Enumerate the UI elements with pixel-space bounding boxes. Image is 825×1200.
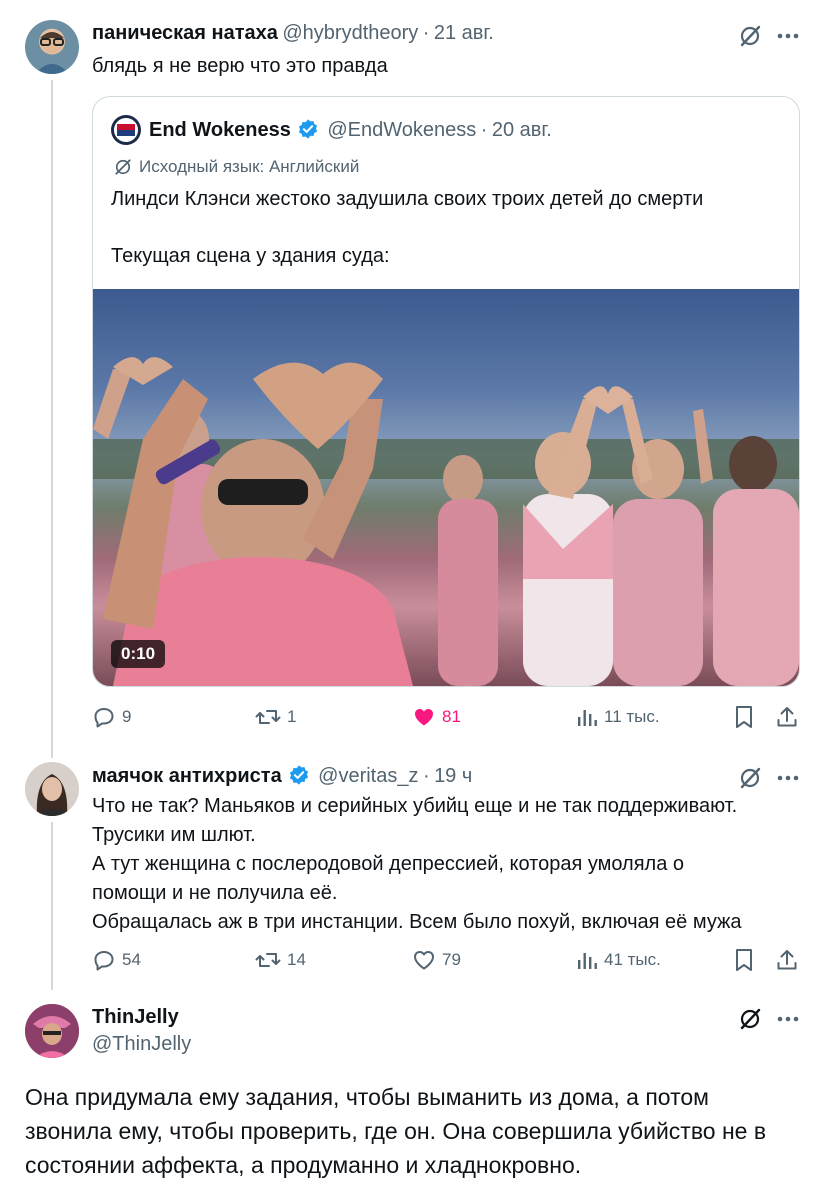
more-button[interactable]	[774, 1005, 802, 1033]
grok-icon	[740, 25, 761, 47]
post-header: маячок антихриста @veritas_z · 19 ч	[92, 764, 472, 788]
post-text-line: Что не так? Маньяков и серийных убийц ещ…	[92, 795, 738, 817]
post-text-line: Она придумала ему задания, чтобы выманит…	[25, 1084, 709, 1110]
views-button[interactable]: 11 тыс.	[576, 705, 660, 729]
translation-note[interactable]: Исходный язык: Английский	[113, 157, 359, 177]
repost-count: 1	[287, 707, 297, 726]
like-icon	[414, 951, 434, 970]
views-count: 11 тыс.	[604, 707, 660, 726]
timestamp[interactable]: 21 авг.	[434, 22, 494, 44]
display-name[interactable]: маячок антихриста	[92, 765, 282, 787]
views-count: 41 тыс.	[604, 950, 661, 969]
quoted-post[interactable]: End Wokeness @EndWokeness · 20 авг. Исхо…	[92, 96, 800, 687]
avatar[interactable]	[25, 1004, 79, 1058]
repost-button[interactable]: 14	[255, 948, 306, 972]
translation-label: Исходный язык: Английский	[139, 157, 360, 176]
like-count: 79	[442, 950, 461, 969]
video-thumbnail	[93, 357, 799, 686]
avatar[interactable]	[25, 762, 79, 816]
video-duration: 0:10	[111, 640, 166, 668]
timestamp[interactable]: 19 ч	[434, 765, 472, 787]
reply-count: 9	[122, 707, 132, 726]
thread-line	[51, 822, 53, 990]
thread-line	[51, 80, 53, 758]
verified-badge-icon	[289, 765, 308, 785]
like-button[interactable]: 79	[412, 948, 461, 972]
repost-count: 14	[287, 950, 306, 969]
post-text-line: состоянии аффекта, а продуманно и хладно…	[25, 1152, 582, 1178]
post-header: паническая натаха @hybrydtheory · 21 авг…	[92, 22, 494, 45]
post-text-line: Обращалась аж в три инстанции. Всем было…	[92, 911, 742, 933]
more-button[interactable]	[774, 764, 802, 792]
handle[interactable]: @ThinJelly	[92, 1033, 191, 1056]
more-icon	[777, 775, 799, 781]
share-icon	[777, 707, 797, 727]
quote-avatar	[111, 115, 141, 145]
grok-icon	[740, 1008, 761, 1030]
post-text-line: помощи и не получила её.	[92, 882, 338, 904]
handle[interactable]: @veritas_z	[318, 765, 418, 787]
display-name[interactable]: ThinJelly	[92, 1006, 191, 1029]
quote-header: End Wokeness @EndWokeness · 20 авг.	[149, 118, 552, 142]
grok-button[interactable]	[736, 764, 764, 792]
quote-text-line2: Текущая сцена у здания суда:	[111, 245, 390, 267]
reply-button[interactable]: 9	[92, 705, 131, 729]
post-text-line: звонила ему, чтобы проверить, где он. Он…	[25, 1118, 767, 1144]
separator: ·	[422, 22, 430, 44]
avatar[interactable]	[25, 20, 79, 74]
translate-icon	[115, 159, 131, 175]
grok-icon	[740, 767, 761, 789]
reply-icon	[94, 708, 114, 728]
more-icon	[777, 1016, 799, 1022]
post-text: блядь я не верю что это правда	[92, 55, 388, 77]
like-icon	[415, 709, 433, 726]
separator: ·	[422, 765, 430, 787]
post-text-line: Трусики им шлют.	[92, 824, 256, 846]
post-text-line: А тут женщина с послеродовой депрессией,…	[92, 853, 685, 875]
share-button[interactable]	[774, 704, 800, 730]
post-text: Что не так? Маньяков и серийных убийц ещ…	[92, 792, 742, 937]
repost-icon	[255, 710, 281, 724]
display-name[interactable]: паническая натаха	[92, 22, 278, 44]
more-icon	[777, 33, 799, 39]
grok-button[interactable]	[736, 22, 764, 50]
share-button[interactable]	[774, 947, 800, 973]
handle[interactable]: @hybrydtheory	[282, 22, 418, 44]
quote-display-name: End Wokeness	[149, 119, 291, 141]
like-button[interactable]: 81	[412, 705, 461, 729]
more-button[interactable]	[774, 22, 802, 50]
post-author: ThinJelly @ThinJelly	[92, 1006, 191, 1056]
like-count: 81	[442, 707, 461, 726]
share-icon	[777, 950, 797, 970]
views-button[interactable]: 41 тыс.	[576, 948, 661, 972]
views-icon	[578, 710, 597, 726]
repost-button[interactable]: 1	[255, 705, 296, 729]
quote-timestamp: 20 авг.	[491, 119, 552, 141]
repost-icon	[255, 953, 281, 967]
reply-icon	[94, 951, 114, 971]
reply-button[interactable]: 54	[92, 948, 141, 972]
views-icon	[578, 953, 597, 969]
quote-handle: @EndWokeness	[327, 119, 477, 141]
bookmark-button[interactable]	[732, 705, 756, 729]
verified-badge-icon	[298, 119, 317, 139]
bookmark-icon	[736, 706, 752, 728]
quote-separator: ·	[480, 119, 488, 141]
bookmark-button[interactable]	[732, 948, 756, 972]
post-text: Она придумала ему задания, чтобы выманит…	[25, 1080, 766, 1182]
reply-count: 54	[122, 950, 141, 969]
bookmark-icon	[736, 949, 752, 971]
quote-text-line1: Линдси Клэнси жестоко задушила своих тро…	[111, 188, 704, 210]
video-player[interactable]: 0:10	[93, 289, 799, 686]
grok-button[interactable]	[736, 1005, 764, 1033]
